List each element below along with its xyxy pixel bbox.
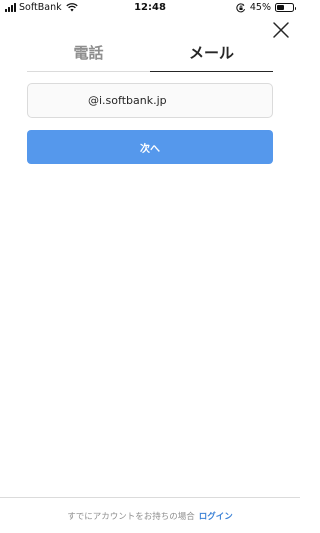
carrier-name: SoftBank [19,2,62,13]
email-input-value: @i.softbank.jp [88,94,167,107]
battery-icon [275,3,296,12]
close-icon [273,22,289,38]
footer: すでにアカウントをお持ちの場合 ログイン [0,498,300,533]
login-link[interactable]: ログイン [199,510,233,522]
tab-email-label: メール [188,44,234,62]
close-button[interactable] [272,21,290,39]
tab-phone[interactable]: 電話 [27,38,150,72]
footer-text: すでにアカウントをお持ちの場合 [67,511,195,522]
tab-email-underline [150,70,273,72]
contact-method-tabs: 電話 メール [27,38,273,72]
battery-percent: 45% [249,2,271,13]
tab-phone-label: 電話 [73,44,104,62]
status-bar-left: SoftBank [5,2,78,13]
status-bar-right: 45% [236,2,296,13]
email-input[interactable]: @i.softbank.jp [27,83,273,118]
orientation-lock-icon [236,2,245,12]
signal-icon [5,3,16,12]
tab-phone-underline [27,71,150,72]
tab-email[interactable]: メール [150,38,273,72]
battery-fill [277,5,284,10]
signup-screen: SoftBank 12:48 45% 電話 メール @i.softbank.jp… [0,0,300,533]
wifi-icon [65,3,78,12]
status-bar: SoftBank 12:48 45% [0,0,300,17]
next-button[interactable]: 次へ [27,130,273,164]
